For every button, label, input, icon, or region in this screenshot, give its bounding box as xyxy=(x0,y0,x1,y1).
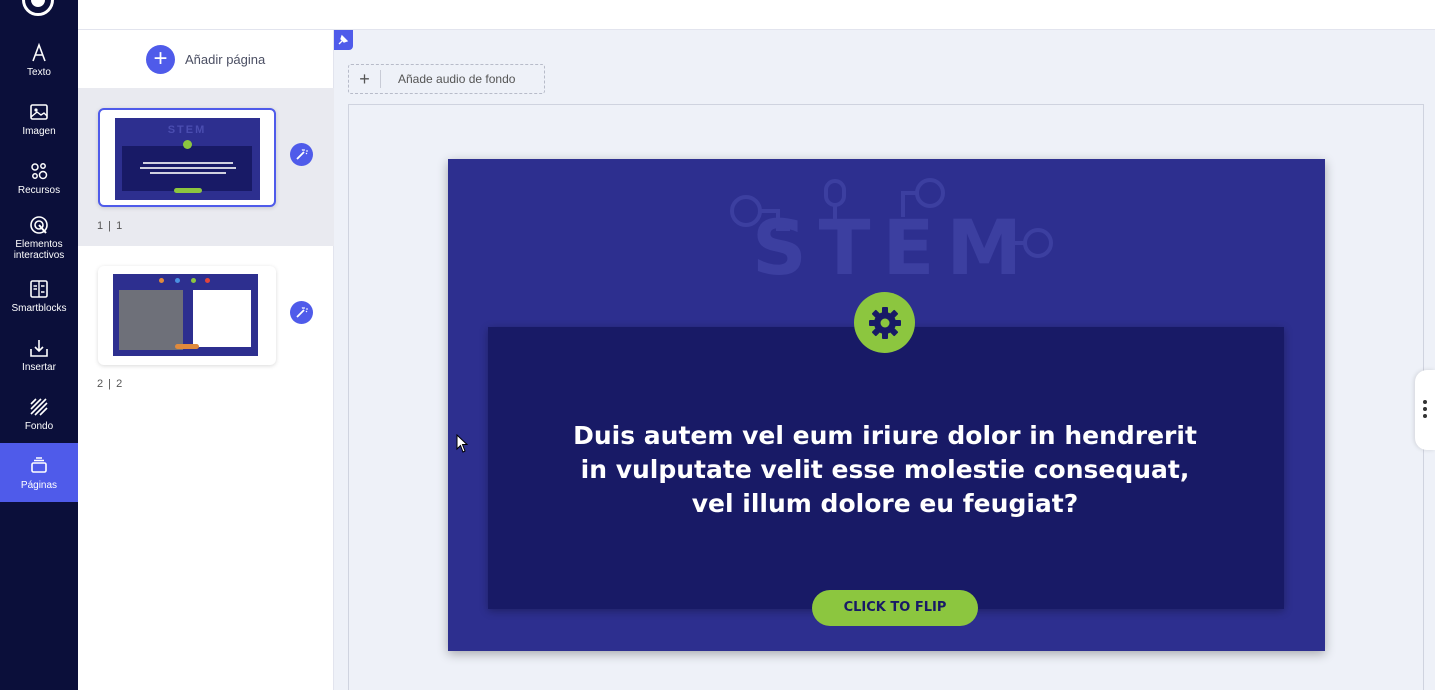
dot xyxy=(1423,407,1427,411)
add-audio-label: Añade audio de fondo xyxy=(398,72,516,86)
sidebar-item-label: Smartblocks xyxy=(11,303,67,314)
add-audio-button[interactable]: + Añade audio de fondo xyxy=(348,64,545,94)
stem-logo: STEM xyxy=(730,178,1053,282)
thumbnail-logo: STEM xyxy=(167,124,207,136)
slide-canvas[interactable]: STEM Duis autem vel eum iriure dolor in … xyxy=(448,159,1325,651)
thumbnail-button xyxy=(174,188,202,193)
dot xyxy=(1423,414,1427,418)
tool-sidebar: Texto Imagen Recursos Elementos interact… xyxy=(0,0,78,690)
sidebar-item-label: Fondo xyxy=(24,421,54,432)
sidebar-item-label: Texto xyxy=(27,67,51,78)
sidebar-item-imagen[interactable]: Imagen xyxy=(0,95,78,154)
resources-icon xyxy=(31,163,48,180)
sidebar-item-label: Páginas xyxy=(20,480,58,491)
thumbnail-dot xyxy=(205,278,210,283)
side-panel-handle[interactable] xyxy=(1415,370,1435,450)
sidebar-item-label: Insertar xyxy=(22,362,56,373)
magic-wand-icon xyxy=(296,307,308,318)
page-thumbnail-slot: STEM 1 | 1 xyxy=(78,88,334,246)
pin-icon xyxy=(338,34,349,45)
magic-wand-button[interactable] xyxy=(290,143,313,166)
add-page-label: Añadir página xyxy=(185,51,266,67)
pin-button[interactable] xyxy=(334,30,353,50)
smartblocks-icon xyxy=(30,280,48,298)
gear-icon xyxy=(868,306,901,339)
click-to-flip-button[interactable]: CLICK TO FLIP xyxy=(812,590,978,626)
thumbnail-preview: STEM xyxy=(115,118,260,200)
top-bar xyxy=(78,0,1435,30)
page-thumbnail-1[interactable]: STEM xyxy=(98,108,276,207)
page-thumbnail-slot: 2 | 2 xyxy=(78,246,334,404)
app-window: Texto Imagen Recursos Elementos interact… xyxy=(0,0,1435,690)
insert-icon xyxy=(30,340,48,357)
sidebar-item-paginas[interactable]: Páginas xyxy=(0,443,78,502)
thumbnail-text-line xyxy=(140,167,236,169)
sidebar-item-insertar[interactable]: Insertar xyxy=(0,331,78,390)
background-icon xyxy=(30,398,48,416)
thumbnail-text-line xyxy=(143,162,233,164)
sidebar-item-fondo[interactable]: Fondo xyxy=(0,390,78,449)
thumbnail-gear xyxy=(183,140,192,149)
thumbnail-preview xyxy=(113,274,258,356)
pages-icon xyxy=(31,457,47,473)
stem-logo-text: STEM xyxy=(752,203,1034,282)
sidebar-item-texto[interactable]: Texto xyxy=(0,36,78,95)
gear-badge xyxy=(854,292,915,353)
sidebar-item-label: Recursos xyxy=(17,185,61,196)
sidebar-item-smartblocks[interactable]: Smartblocks xyxy=(0,272,78,331)
sidebar-item-label: Elementos interactivos xyxy=(13,239,65,261)
pages-panel: + Añadir página STEM 1 | 1 2 | 2 xyxy=(78,30,334,690)
thumbnail-dot xyxy=(191,278,196,283)
sidebar-item-recursos[interactable]: Recursos xyxy=(0,154,78,213)
plus-icon: + xyxy=(146,44,175,74)
thumbnail-dot xyxy=(159,278,164,283)
plus-icon: + xyxy=(349,70,381,88)
page-number: 1 | 1 xyxy=(97,220,124,232)
thumbnail-dot xyxy=(175,278,180,283)
add-page-button[interactable]: + Añadir página xyxy=(146,44,266,74)
text-icon xyxy=(32,42,46,62)
thumbnail-text-card xyxy=(193,290,251,347)
page-number: 2 | 2 xyxy=(97,378,124,390)
interactive-icon xyxy=(30,216,48,234)
mouse-cursor-icon xyxy=(456,434,468,453)
magic-wand-button[interactable] xyxy=(290,301,313,324)
thumbnail-text-line xyxy=(150,172,226,174)
image-icon xyxy=(30,104,48,120)
question-text[interactable]: Duis autem vel eum iriure dolor in hendr… xyxy=(568,419,1202,521)
app-logo[interactable] xyxy=(22,0,54,16)
dot xyxy=(1423,400,1427,404)
page-thumbnail-2[interactable] xyxy=(98,266,276,365)
sidebar-item-label: Imagen xyxy=(22,126,56,137)
thumbnail-photo xyxy=(119,290,183,350)
sidebar-item-elementos-interactivos[interactable]: Elementos interactivos xyxy=(0,208,78,267)
magic-wand-icon xyxy=(296,149,308,160)
thumbnail-card-area xyxy=(115,146,260,194)
thumbnail-button xyxy=(175,344,199,349)
